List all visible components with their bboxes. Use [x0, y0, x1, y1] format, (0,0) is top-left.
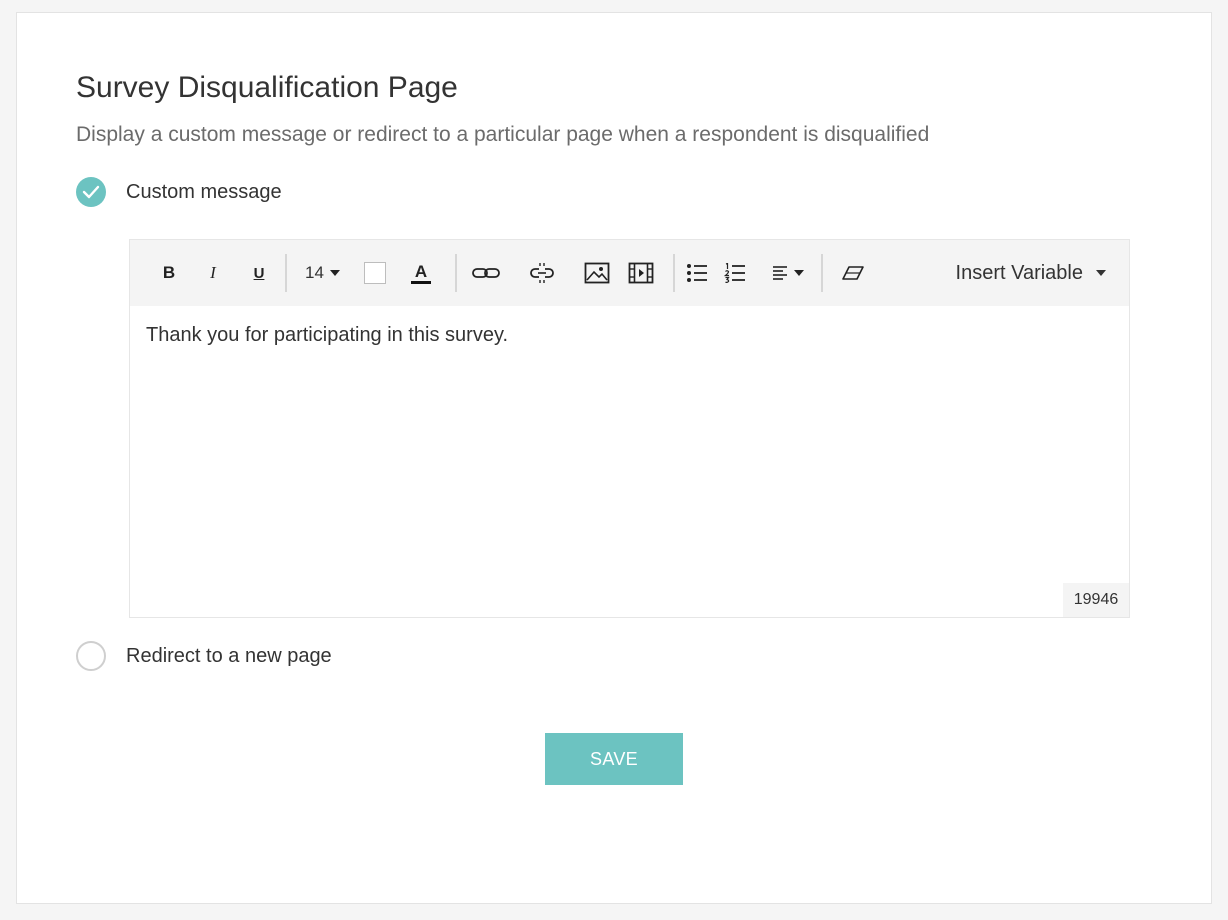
insert-variable-label: Insert Variable — [955, 261, 1083, 284]
underline-icon: U — [253, 264, 265, 282]
numbered-list-icon — [724, 263, 745, 283]
align-icon — [772, 266, 787, 280]
insert-image-button[interactable] — [582, 258, 612, 288]
toolbar-separator — [285, 254, 287, 292]
rich-text-editor: B I U 14 A Insert Variable Thank you for… — [129, 239, 1130, 618]
font-size-value: 14 — [305, 263, 324, 282]
bulleted-list-button[interactable] — [684, 258, 710, 288]
page-subtitle: Display a custom message or redirect to … — [76, 123, 930, 146]
custom-message-option[interactable]: Custom message — [76, 177, 282, 207]
toolbar-separator — [673, 254, 675, 292]
custom-message-radio[interactable] — [76, 177, 106, 207]
numbered-list-button[interactable] — [722, 258, 748, 288]
redirect-option[interactable]: Redirect to a new page — [76, 641, 332, 671]
clear-formatting-button[interactable] — [839, 258, 867, 288]
unlink-icon — [530, 263, 554, 283]
check-icon — [82, 185, 100, 199]
insert-link-button[interactable] — [470, 258, 502, 288]
font-color-bar — [411, 280, 431, 284]
disqualification-card: Survey Disqualification Page Display a c… — [16, 12, 1212, 904]
video-icon — [628, 262, 654, 284]
image-icon — [584, 262, 610, 284]
editor-toolbar: B I U 14 A Insert Variable — [130, 240, 1129, 306]
unlink-button[interactable] — [526, 258, 558, 288]
bold-button[interactable]: B — [156, 258, 182, 288]
caret-down-icon — [1096, 270, 1106, 276]
editor-content[interactable]: Thank you for participating in this surv… — [146, 324, 508, 347]
character-count: 19946 — [1063, 583, 1129, 617]
caret-down-icon — [793, 270, 804, 276]
page-title: Survey Disqualification Page — [76, 71, 458, 104]
bulleted-list-icon — [687, 264, 707, 282]
background-color-swatch — [364, 262, 386, 284]
toolbar-separator — [821, 254, 823, 292]
insert-variable-dropdown[interactable]: Insert Variable — [956, 258, 1107, 288]
align-dropdown[interactable] — [768, 258, 808, 288]
redirect-radio[interactable] — [76, 641, 106, 671]
underline-button[interactable]: U — [246, 258, 272, 288]
bold-icon: B — [162, 263, 176, 282]
redirect-label: Redirect to a new page — [126, 644, 332, 667]
toolbar-separator — [455, 254, 457, 292]
save-button[interactable]: SAVE — [545, 733, 683, 785]
background-color-button[interactable] — [362, 258, 388, 288]
italic-button[interactable]: I — [200, 258, 226, 288]
eraser-icon — [842, 266, 864, 280]
insert-video-button[interactable] — [626, 258, 656, 288]
font-color-icon: A — [414, 261, 428, 281]
font-color-button[interactable]: A — [408, 258, 434, 288]
custom-message-label: Custom message — [126, 180, 282, 203]
caret-down-icon — [329, 270, 340, 276]
italic-icon: I — [210, 263, 216, 282]
link-icon — [472, 268, 500, 278]
font-size-dropdown[interactable]: 14 — [300, 258, 346, 288]
